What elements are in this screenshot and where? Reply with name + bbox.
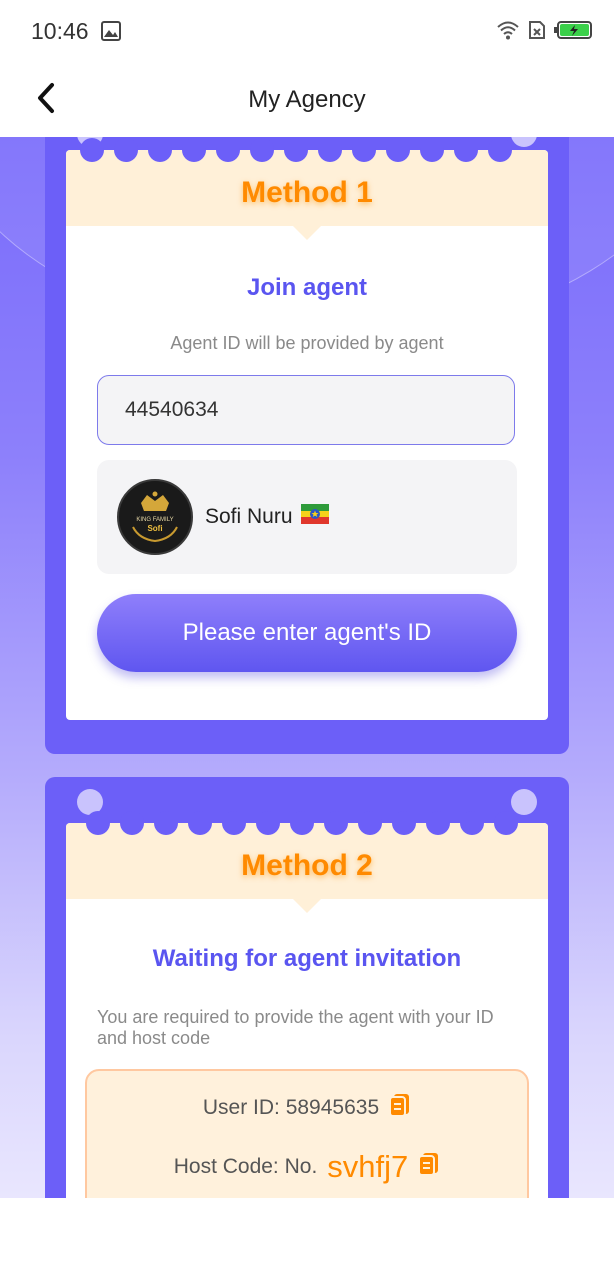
status-time: 10:46 xyxy=(31,18,89,44)
agency-content[interactable]: Method 1 Join agent Agent ID will be pro… xyxy=(0,137,614,1198)
method1-hint: Agent ID will be provided by agent xyxy=(170,333,444,353)
method1-header-pointer xyxy=(293,226,321,240)
method1-label: Method 1 xyxy=(241,176,373,209)
status-bar: 10:46 xyxy=(0,0,614,62)
enter-agent-id-button[interactable]: Please enter agent's ID xyxy=(97,594,517,672)
image-notification-icon xyxy=(101,21,121,46)
method2-panel: Method 2 Waiting for agent invitation Yo… xyxy=(66,823,548,1198)
agent-name: Sofi Nuru xyxy=(205,504,329,530)
copy-user-id-icon[interactable] xyxy=(389,1093,411,1123)
user-id-row: User ID: 58945635 xyxy=(87,1093,527,1123)
host-code-label: Host Code: No. xyxy=(173,1155,318,1178)
page-title: My Agency xyxy=(248,86,366,113)
agent-name-text: Sofi Nuru xyxy=(205,505,293,528)
agent-id-input[interactable]: 44540634 xyxy=(97,375,515,445)
method2-title: Waiting for agent invitation xyxy=(152,945,462,972)
user-id-label: User ID: 58945635 xyxy=(202,1096,380,1119)
copy-host-code-icon[interactable] xyxy=(418,1152,440,1182)
method2-hint: You are required to provide the agent wi… xyxy=(97,1007,494,1048)
nav-bar: My Agency xyxy=(0,62,614,137)
sim-icon xyxy=(528,20,546,45)
avatar-text-bottom: Sofi xyxy=(147,524,162,533)
ethiopia-flag-icon xyxy=(300,504,329,530)
agent-id-value: 44540634 xyxy=(125,398,219,421)
host-code-box: User ID: 58945635 Host Code: No. svhfj7 xyxy=(85,1069,529,1198)
method1-scallop-edge xyxy=(80,138,512,162)
host-code-value: svhfj7 xyxy=(327,1149,409,1184)
agent-result-card[interactable]: KING FAMILY Sofi Sofi Nuru xyxy=(97,460,517,574)
method1-panel: Method 1 Join agent Agent ID will be pro… xyxy=(66,150,548,720)
method2-card: Method 2 Waiting for agent invitation Yo… xyxy=(45,777,569,1198)
method1-title: Join agent xyxy=(246,274,367,301)
avatar: KING FAMILY Sofi xyxy=(117,479,193,555)
method1-card: Method 1 Join agent Agent ID will be pro… xyxy=(45,137,569,754)
method2-header-pointer xyxy=(293,899,321,913)
wifi-icon xyxy=(496,20,520,45)
method2-scallop-edge xyxy=(86,811,518,835)
avatar-text-top: KING FAMILY xyxy=(136,517,173,523)
method2-label: Method 2 xyxy=(241,849,373,882)
host-code-row: Host Code: No. svhfj7 xyxy=(87,1149,527,1185)
battery-icon xyxy=(554,20,594,45)
